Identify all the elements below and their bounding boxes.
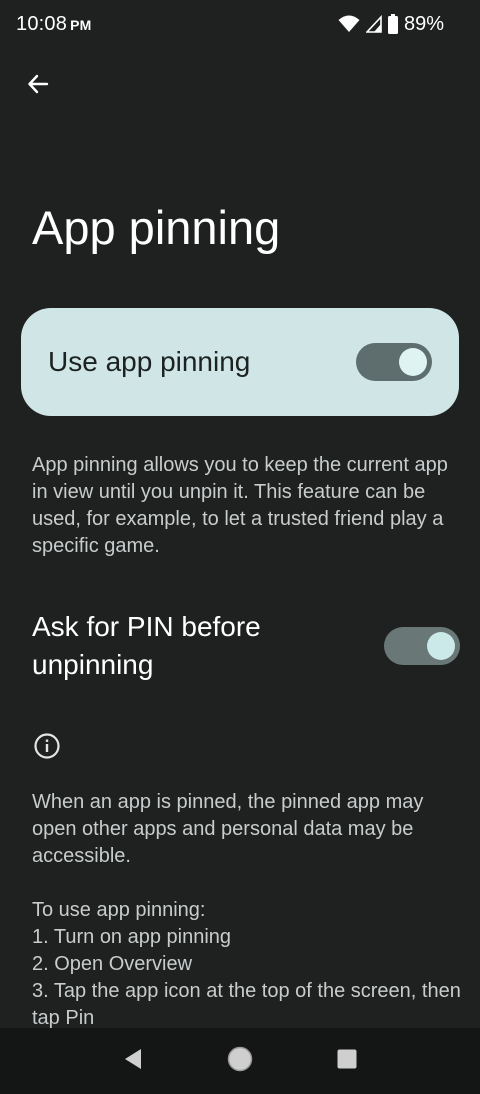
step-item: 3. Tap the app icon at the top of the sc…: [32, 980, 461, 1029]
home-circle-icon: [227, 1046, 253, 1077]
nav-back-button[interactable]: [109, 1037, 157, 1085]
footer-warning: When an app is pinned, the pinned app ma…: [32, 791, 424, 867]
ask-for-pin-row[interactable]: Ask for PIN before unpinning: [32, 604, 460, 688]
cell-signal-icon: [365, 15, 382, 33]
ask-for-pin-toggle[interactable]: [384, 627, 460, 665]
step-item: 2. Open Overview: [32, 953, 193, 975]
page-title: App pinning: [32, 201, 281, 254]
footer-info: When an app is pinned, the pinned app ma…: [32, 789, 462, 1032]
status-bar: 10:08 PM 89%: [0, 0, 480, 48]
nav-home-button[interactable]: [216, 1037, 264, 1085]
back-triangle-icon: [123, 1048, 143, 1075]
app-pinning-description: App pinning allows you to keep the curre…: [32, 454, 448, 557]
arrow-back-icon: [26, 72, 50, 101]
ask-for-pin-label: Ask for PIN before unpinning: [32, 611, 261, 680]
back-button[interactable]: [14, 62, 62, 110]
use-app-pinning-toggle[interactable]: [356, 343, 432, 381]
status-time-value: 10:08: [16, 12, 68, 35]
info-icon: [33, 732, 61, 760]
battery-percent: 89%: [403, 12, 444, 35]
use-app-pinning-switch-bar[interactable]: Use app pinning: [21, 308, 459, 416]
step-item: 1. Turn on app pinning: [32, 926, 232, 948]
battery-icon: [387, 14, 398, 34]
app-pinning-screen: 10:08PM 89% App pinning Use app pinning: [0, 0, 480, 1094]
steps-title: To use app pinning:: [32, 899, 206, 921]
status-icons: 89%: [338, 13, 444, 36]
status-clock: 10:08 PM: [16, 13, 91, 36]
nav-recents-button[interactable]: [323, 1037, 371, 1085]
recents-square-icon: [337, 1049, 357, 1074]
status-ampm: PM: [70, 16, 92, 33]
footer-steps: To use app pinning: 1. Turn on app pinni…: [32, 897, 462, 1032]
toggle-thumb: [399, 348, 427, 376]
toggle-thumb: [427, 632, 455, 660]
use-app-pinning-label: Use app pinning: [48, 346, 251, 377]
wifi-icon: [338, 15, 360, 33]
system-navigation-bar: [0, 1028, 480, 1094]
